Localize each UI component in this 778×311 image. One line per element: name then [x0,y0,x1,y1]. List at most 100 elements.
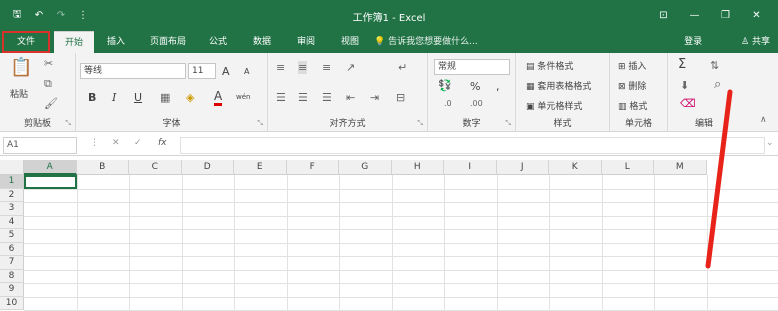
fill-color-icon[interactable]: ◈ [186,91,194,104]
font-color-button[interactable]: A [214,89,223,106]
column-header-e[interactable]: E [234,160,287,175]
format-painter-icon[interactable]: 🖌 [44,97,58,110]
font-launcher-icon[interactable]: ⤡ [257,119,263,128]
insert-function-icon[interactable]: fx [158,138,167,148]
fill-icon[interactable]: ⬇ [680,79,689,92]
font-size-combo[interactable]: 11 [188,63,216,79]
font-name-combo[interactable]: 等线 [80,63,186,79]
phonetic-button[interactable]: wén [236,93,250,101]
undo-icon[interactable]: ↶ [28,10,50,21]
name-box-more-icon[interactable]: ⋮ [90,138,99,148]
column-header-i[interactable]: I [444,160,497,175]
delete-cells-button[interactable]: ⊠ 删除 [618,79,646,92]
insert-cells-button[interactable]: ⊞ 插入 [618,59,646,72]
row-header-2[interactable]: 2 [0,188,24,202]
tab-review[interactable]: 审阅 [288,31,324,53]
tab-insert[interactable]: 插入 [98,31,134,53]
expand-formula-bar-icon[interactable]: ⌄ [766,138,774,148]
format-cells-button[interactable]: ▥ 格式 [618,99,647,112]
increase-decimal-icon[interactable]: .0 [444,99,452,108]
column-header-a[interactable]: A [24,160,77,175]
cut-icon[interactable]: ✂ [44,57,53,70]
align-left-icon[interactable]: ☰ [276,91,286,104]
save-icon[interactable]: 🖫 [6,7,28,24]
column-header-j[interactable]: J [496,160,549,175]
format-as-table-button[interactable]: ▦ 套用表格格式 [526,79,591,92]
column-header-f[interactable]: F [286,160,339,175]
paste-icon[interactable]: 📋 [10,57,32,78]
row-header-8[interactable]: 8 [0,269,24,283]
sort-filter-icon[interactable]: ⇅ [710,59,719,72]
active-cell[interactable] [24,175,77,189]
autosum-button[interactable]: Σ [678,57,686,72]
minimize-button[interactable]: — [679,10,710,21]
decrease-decimal-icon[interactable]: .00 [470,99,483,108]
confirm-entry-icon[interactable]: ✓ [134,138,142,148]
column-header-g[interactable]: G [339,160,392,175]
align-top-icon[interactable]: ≡ [276,61,285,74]
row-header-10[interactable]: 10 [0,296,24,310]
row-header-4[interactable]: 4 [0,215,24,229]
align-right-icon[interactable]: ☰ [322,91,332,104]
tab-formulas[interactable]: 公式 [200,31,236,53]
conditional-formatting-button[interactable]: ▤ 条件格式 [526,59,573,72]
borders-icon[interactable]: ▦ [160,91,170,104]
tab-view[interactable]: 视图 [332,31,368,53]
row-header-9[interactable]: 9 [0,283,24,297]
alignment-launcher-icon[interactable]: ⤡ [417,119,423,128]
column-header-c[interactable]: C [129,160,182,175]
select-all-corner[interactable] [0,160,24,175]
collapse-ribbon-icon[interactable]: ∧ [760,115,767,125]
name-box[interactable]: A1 [3,137,77,154]
paste-label[interactable]: 粘贴 [10,87,28,100]
row-header-1[interactable]: 1 [0,175,24,189]
shrink-font-button[interactable]: A [244,67,249,76]
clear-icon[interactable]: ⌫ [680,97,696,110]
percent-button[interactable]: % [470,80,480,93]
align-bottom-icon[interactable]: ≡ [322,61,331,74]
share-button[interactable]: ♙ 共享 [723,37,770,47]
tab-home[interactable]: 开始 [54,31,94,53]
bold-button[interactable]: B [88,91,96,104]
column-header-b[interactable]: B [76,160,129,175]
align-middle-icon[interactable]: ≡ [298,61,308,74]
column-header-h[interactable]: H [391,160,444,175]
row-header-5[interactable]: 5 [0,229,24,243]
customize-qat-icon[interactable]: ⋮ [72,10,94,21]
cell-styles-button[interactable]: ▣ 单元格样式 [526,99,582,112]
row-header-6[interactable]: 6 [0,242,24,256]
redo-icon[interactable]: ↷ [50,10,72,21]
merge-center-icon[interactable]: ⊟ [396,91,405,104]
column-header-m[interactable]: M [654,160,707,175]
tab-data[interactable]: 数据 [244,31,280,53]
row-header-3[interactable]: 3 [0,202,24,216]
orientation-icon[interactable]: ↗ [346,61,355,74]
ribbon-display-options-icon[interactable]: ⊡ [648,10,679,21]
wrap-text-icon[interactable]: ↵ [398,61,407,74]
tab-page-layout[interactable]: 页面布局 [142,31,194,53]
decrease-indent-icon[interactable]: ⇤ [346,91,355,104]
row-header-7[interactable]: 7 [0,256,24,270]
grow-font-button[interactable]: A [222,65,230,78]
formula-input[interactable] [180,137,765,154]
clipboard-launcher-icon[interactable]: ⤡ [65,119,71,128]
login-link[interactable]: 登录 [684,37,702,47]
number-launcher-icon[interactable]: ⤡ [505,119,511,128]
italic-button[interactable]: I [112,91,116,104]
column-header-l[interactable]: L [601,160,654,175]
tab-file[interactable]: 文件 [2,31,50,53]
align-center-icon[interactable]: ☰ [298,91,308,104]
worksheet-grid[interactable]: A B C D E F G H I J K L M 1 2 3 4 5 6 7 8 9 10 [0,160,778,311]
close-button[interactable]: ✕ [741,10,772,21]
column-header-k[interactable]: K [549,160,602,175]
tell-me-box[interactable]: 💡 告诉我您想要做什么... [374,31,478,53]
column-header-d[interactable]: D [181,160,234,175]
cancel-entry-icon[interactable]: ✕ [112,138,120,148]
accounting-format-icon[interactable]: 💱 [438,79,452,92]
maximize-button[interactable]: ❐ [710,10,741,21]
comma-button[interactable]: , [496,80,500,93]
underline-button[interactable]: U [134,91,142,104]
copy-icon[interactable]: ⧉ [44,77,52,91]
number-format-combo[interactable]: 常规 [434,59,510,75]
find-select-icon[interactable]: ⌕ [714,77,721,92]
